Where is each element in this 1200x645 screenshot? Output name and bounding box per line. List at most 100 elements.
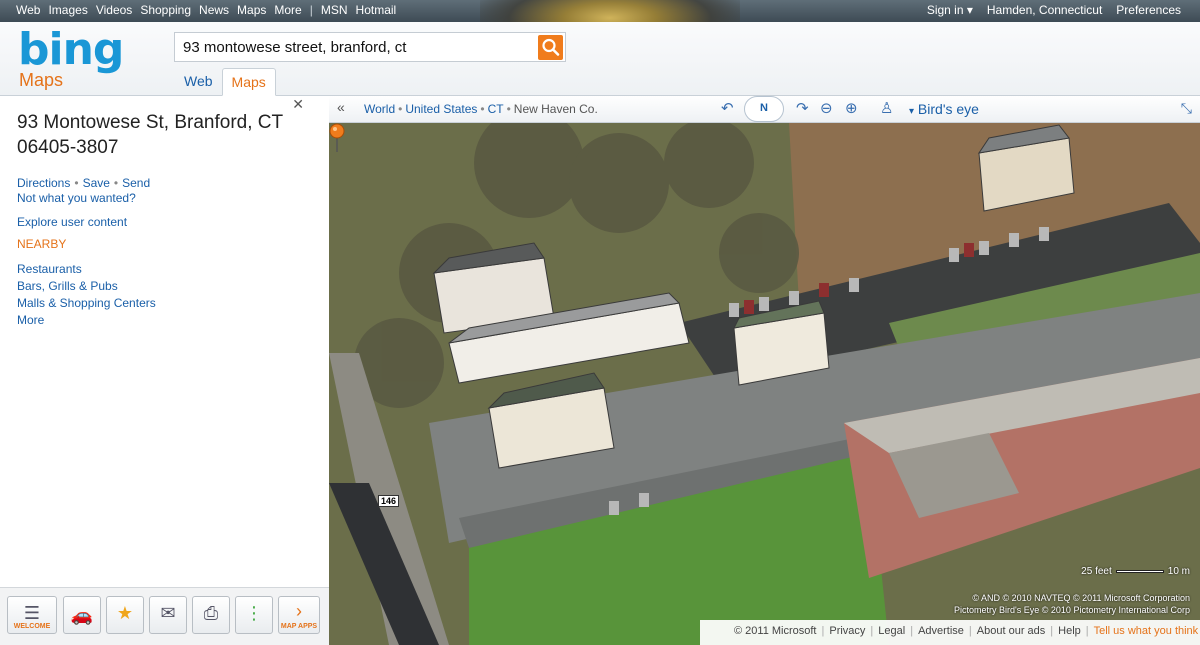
expand-icon[interactable]: ⤡	[1181, 100, 1192, 117]
footer-feedback[interactable]: Tell us what you think	[1094, 625, 1199, 637]
copyright-line2: Pictometry Bird's Eye © 2010 Pictometry …	[954, 605, 1190, 615]
sign-in-link[interactable]: Sign in ▾	[920, 3, 980, 17]
footer-advertise[interactable]: Advertise	[918, 625, 964, 637]
traffic-button[interactable]: ⋮	[235, 596, 273, 634]
welcome-label: WELCOME	[13, 623, 51, 630]
top-nav-links: Web Images Videos Shopping News Maps Mor…	[12, 3, 400, 17]
address-line2: 06405-3807	[17, 137, 119, 158]
compass-control[interactable]: N	[744, 96, 784, 122]
breadcrumb: World • United States • CT • New Haven Co.	[364, 102, 598, 116]
top-nav-right: Sign in ▾ Hamden, Connecticut Preference…	[920, 3, 1188, 17]
nav-images[interactable]: Images	[44, 3, 91, 17]
nav-news[interactable]: News	[195, 3, 233, 17]
crumb-ct[interactable]: CT	[488, 102, 504, 116]
search-button[interactable]	[538, 35, 563, 60]
nav-maps[interactable]: Maps	[233, 3, 270, 17]
footer-legal[interactable]: Legal	[878, 625, 905, 637]
share-button[interactable]: ✉	[149, 596, 187, 634]
footer-separator: |	[1085, 625, 1089, 637]
nearby-more[interactable]: More	[17, 313, 156, 327]
not-what-you-wanted-link[interactable]: Not what you wanted?	[17, 191, 136, 205]
envelope-icon: ✉	[160, 603, 176, 623]
footer-separator: |	[910, 625, 914, 637]
nav-more[interactable]: More	[270, 3, 305, 17]
rotate-left-icon[interactable]: ↶	[721, 99, 734, 117]
address-line1: 93 Montowese St, Branford, CT	[17, 112, 284, 133]
rotate-right-icon[interactable]: ↷	[796, 99, 809, 117]
footer-help[interactable]: Help	[1058, 625, 1081, 637]
nav-hotmail[interactable]: Hotmail	[352, 3, 401, 17]
bottom-toolbar: ☰ WELCOME 🚗 ★ ✉ ⎙ ⋮ › MAP APPS	[0, 587, 329, 645]
compass-north: N	[760, 102, 768, 114]
scale-feet: 25 feet	[1081, 566, 1112, 577]
product-name: Maps	[19, 70, 64, 90]
footer-about-ads[interactable]: About our ads	[977, 625, 1046, 637]
directions-button[interactable]: 🚗	[63, 596, 101, 634]
search-tabs: Web Maps	[175, 68, 276, 96]
action-separator: •	[74, 176, 79, 190]
results-panel: ✕ 93 Montowese St, Branford, CT 06405-38…	[0, 96, 329, 645]
address-actions: Directions • Save • Send	[17, 176, 150, 190]
footer-separator: |	[968, 625, 972, 637]
top-nav-bar: Web Images Videos Shopping News Maps Mor…	[0, 0, 1200, 60]
scale-bar: 25 feet 10 m	[1081, 566, 1190, 577]
chevron-right-icon: ›	[296, 601, 302, 621]
crumb-separator: •	[398, 102, 403, 116]
zoom-out-icon[interactable]: ⊖	[820, 99, 833, 117]
bing-logo[interactable]: bing	[18, 24, 124, 75]
traffic-light-icon: ⋮	[245, 603, 263, 623]
map-canvas[interactable]: 146 25 feet 10 m © AND © 2010 NAVTEQ © 20…	[329, 123, 1200, 645]
search-input[interactable]: 93 montowese street, branford, ct	[174, 32, 566, 62]
crumb-world[interactable]: World	[364, 102, 395, 116]
footer: © 2011 Microsoft | Privacy | Legal | Advertise…	[700, 620, 1200, 645]
tab-maps[interactable]: Maps	[221, 68, 276, 96]
send-link[interactable]: Send	[122, 176, 150, 190]
nearby-bars[interactable]: Bars, Grills & Pubs	[17, 279, 156, 293]
save-link[interactable]: Save	[83, 176, 110, 190]
printer-icon: ⎙	[203, 603, 219, 623]
scale-meters: 10 m	[1167, 566, 1190, 577]
nearby-malls[interactable]: Malls & Shopping Centers	[17, 296, 156, 310]
car-icon: 🚗	[70, 605, 94, 625]
favorites-button[interactable]: ★	[106, 596, 144, 634]
tab-web[interactable]: Web	[175, 68, 222, 96]
preferences-link[interactable]: Preferences	[1109, 3, 1188, 17]
streetside-person-icon[interactable]: ♙	[880, 99, 893, 117]
view-selector-label: Bird's eye	[917, 101, 979, 117]
nav-videos[interactable]: Videos	[92, 3, 136, 17]
nearby-restaurants[interactable]: Restaurants	[17, 262, 156, 276]
welcome-button[interactable]: ☰ WELCOME	[7, 596, 57, 634]
map-copyright: © AND © 2010 NAVTEQ © 2011 Microsoft Cor…	[954, 592, 1190, 616]
list-icon: ☰	[23, 603, 41, 623]
crumb-separator: •	[506, 102, 511, 116]
view-selector[interactable]: ▾ Bird's eye	[909, 101, 979, 117]
crumb-current: New Haven Co.	[513, 102, 598, 116]
nav-separator: |	[309, 3, 313, 17]
copyright-line1: © AND © 2010 NAVTEQ © 2011 Microsoft Cor…	[972, 593, 1190, 603]
print-button[interactable]: ⎙	[192, 596, 230, 634]
directions-link[interactable]: Directions	[17, 176, 70, 190]
nearby-list: Restaurants Bars, Grills & Pubs Malls & …	[17, 262, 156, 330]
search-value[interactable]: 93 montowese street, branford, ct	[183, 39, 406, 56]
route-shield: 146	[378, 495, 400, 507]
footer-copyright: © 2011 Microsoft	[734, 625, 817, 637]
close-icon[interactable]: ✕	[292, 96, 304, 113]
search-icon	[542, 38, 560, 56]
nav-shopping[interactable]: Shopping	[136, 3, 195, 17]
footer-privacy[interactable]: Privacy	[829, 625, 865, 637]
explore-user-content-link[interactable]: Explore user content	[17, 215, 127, 229]
scale-bar-line	[1115, 569, 1164, 573]
zoom-in-icon[interactable]: ⊕	[845, 99, 858, 117]
location-pin-icon[interactable]	[329, 123, 345, 153]
collapse-panel-icon[interactable]: «	[337, 99, 345, 115]
map-apps-button[interactable]: › MAP APPS	[278, 596, 320, 634]
nearby-heading: NEARBY	[17, 237, 67, 251]
header: bing Maps 93 montowese street, branford,…	[0, 22, 1200, 96]
location-link[interactable]: Hamden, Connecticut	[980, 3, 1109, 17]
map-apps-label: MAP APPS	[280, 623, 318, 630]
nav-web[interactable]: Web	[12, 3, 44, 17]
map-toolbar: « World • United States • CT • New Haven Co. ↶…	[329, 96, 1200, 123]
crumb-us[interactable]: United States	[405, 102, 477, 116]
address-title: 93 Montowese St, Branford, CT 06405-3807	[17, 110, 283, 160]
nav-msn[interactable]: MSN	[317, 3, 352, 17]
